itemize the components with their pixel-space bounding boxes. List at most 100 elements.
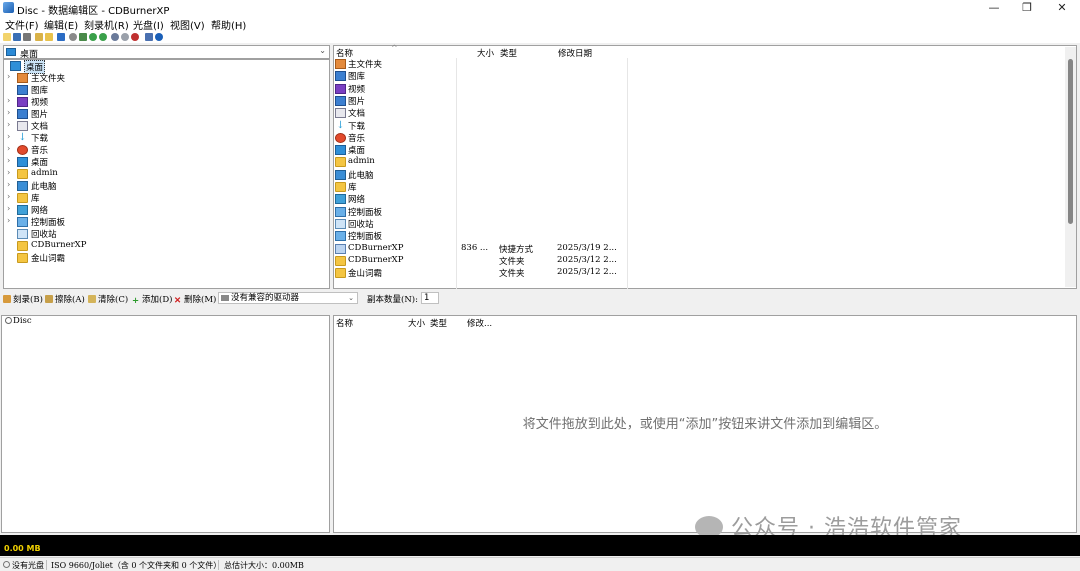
tree-item[interactable]: › ↓ 下载 [7, 132, 327, 144]
tree-item[interactable]: › 此电脑 [7, 180, 327, 192]
file-row[interactable]: 图库 [335, 70, 635, 82]
chevron-right-icon[interactable]: › [7, 168, 15, 177]
tree-item[interactable]: › 音乐 [7, 144, 327, 156]
tree-item[interactable]: › 视频 [7, 96, 327, 108]
drive-select[interactable]: 没有兼容的驱动器 ⌄ [218, 292, 358, 304]
help-icon[interactable] [145, 33, 153, 41]
home-icon [335, 59, 346, 69]
toolbar [0, 31, 1080, 43]
chevron-right-icon[interactable]: › [7, 120, 15, 129]
file-row[interactable]: 控制面板 [335, 206, 635, 218]
file-row[interactable]: 控制面板 [335, 230, 635, 242]
tree-item[interactable]: 回收站 [7, 228, 327, 240]
properties-icon[interactable] [79, 33, 87, 41]
chevron-right-icon[interactable]: › [7, 180, 15, 189]
tree-item[interactable]: 图库 [7, 84, 327, 96]
close-button[interactable]: ✕ [1045, 0, 1079, 16]
chevron-right-icon[interactable]: › [7, 108, 15, 117]
file-row[interactable]: 回收站 [335, 218, 635, 230]
compilation-column-name[interactable]: 名称 [336, 317, 353, 329]
file-row[interactable]: 文档 [335, 107, 635, 119]
tree-item[interactable]: › 主文件夹 [7, 72, 327, 84]
stop-icon[interactable] [131, 33, 139, 41]
compilation-column-modified[interactable]: 修改... [467, 317, 492, 329]
burn-icon[interactable] [69, 33, 77, 41]
file-row[interactable]: 库 [335, 181, 635, 193]
chevron-right-icon[interactable]: › [7, 132, 15, 141]
file-row[interactable]: 桌面 [335, 144, 635, 156]
status-separator [46, 560, 47, 570]
new-icon[interactable] [3, 33, 11, 41]
erase-button[interactable]: 擦除(A) [45, 293, 85, 305]
status-separator [218, 560, 219, 570]
home-icon [17, 73, 28, 83]
tree-item[interactable]: › 文档 [7, 120, 327, 132]
disc-copy-icon[interactable] [121, 33, 129, 41]
remove-button[interactable]: ✕ 删除(M) [174, 293, 216, 306]
save-icon[interactable] [13, 33, 21, 41]
tree-item-label: 视频 [31, 98, 49, 108]
info-icon[interactable] [155, 33, 163, 41]
file-row[interactable]: CDBurnerXP 836 ... 快捷方式 2025/3/19 2... [335, 243, 635, 255]
menu-view[interactable]: 视图(V) [170, 17, 205, 32]
file-row[interactable]: ↓ 下载 [335, 120, 635, 132]
chevron-right-icon[interactable]: › [7, 156, 15, 165]
chevron-right-icon[interactable]: › [7, 96, 15, 105]
minimize-button[interactable]: — [977, 0, 1011, 16]
tree-item[interactable]: › 控制面板 [7, 216, 327, 228]
menu-file[interactable]: 文件(F) [5, 17, 39, 32]
forward-icon[interactable] [99, 33, 107, 41]
add-button[interactable]: + 添加(D) [132, 293, 172, 306]
chevron-right-icon[interactable]: › [7, 192, 15, 201]
file-row[interactable]: 网络 [335, 193, 635, 205]
menu-disc[interactable]: 光盘(I) [133, 17, 164, 32]
file-row[interactable]: 视频 [335, 83, 635, 95]
chevron-right-icon[interactable]: › [7, 72, 15, 81]
file-row[interactable]: 金山词霸 文件夹 2025/3/12 2... [335, 267, 635, 279]
file-row[interactable]: admin [335, 156, 635, 168]
tree-item[interactable]: › 库 [7, 192, 327, 204]
chevron-right-icon[interactable]: › [7, 144, 15, 153]
compilation-column-type[interactable]: 类型 [430, 317, 447, 329]
tree-item[interactable]: › 图片 [7, 108, 327, 120]
file-list-scrollbar[interactable] [1065, 47, 1076, 287]
file-row[interactable]: CDBurnerXP 文件夹 2025/3/12 2... [335, 255, 635, 267]
clear-button[interactable]: 清除(C) [88, 293, 128, 305]
chevron-right-icon[interactable]: › [7, 204, 15, 213]
file-name: CDBurnerXP [348, 242, 404, 253]
print-icon[interactable] [23, 33, 31, 41]
cut-icon[interactable] [35, 33, 43, 41]
file-row[interactable]: 此电脑 [335, 169, 635, 181]
maximize-button[interactable]: ❐ [1010, 0, 1044, 16]
disc-icon[interactable] [57, 33, 65, 41]
erase-icon[interactable] [111, 33, 119, 41]
menu-help[interactable]: 帮助(H) [211, 17, 246, 32]
compilation-column-size[interactable]: 大小 [408, 317, 425, 329]
compilation-root[interactable]: Disc [13, 316, 32, 326]
file-row[interactable]: 图片 [335, 95, 635, 107]
folder-icon [335, 268, 346, 279]
capacity-used: 0.00 MB [4, 544, 41, 553]
chevron-right-icon[interactable]: › [7, 216, 15, 225]
copies-stepper[interactable]: 1 [421, 292, 439, 304]
tree-item-label: 金山词霸 [31, 254, 66, 264]
location-combobox[interactable]: 桌面 ⌄ [3, 45, 330, 60]
tree-item[interactable]: › 网络 [7, 204, 327, 216]
menu-edit[interactable]: 编辑(E) [44, 17, 78, 32]
tree-item[interactable]: › 桌面 [7, 156, 327, 168]
shortcut-icon [335, 243, 346, 254]
tree-item[interactable]: 桌面 [7, 60, 327, 74]
tree-item[interactable]: 金山词霸 [7, 252, 327, 264]
tree-item-label: 文档 [31, 122, 49, 132]
tree-item[interactable]: CDBurnerXP [7, 240, 327, 252]
open-icon[interactable] [45, 33, 53, 41]
back-icon[interactable] [89, 33, 97, 41]
tree-item-label: CDBurnerXP [31, 240, 87, 250]
burn-button[interactable]: 刻录(B) [3, 293, 43, 305]
tree-item[interactable]: › admin [7, 168, 327, 180]
net-icon [17, 205, 28, 215]
menu-recorder[interactable]: 刻录机(R) [84, 17, 129, 32]
file-row[interactable]: 音乐 [335, 132, 635, 144]
file-row[interactable]: 主文件夹 [335, 58, 635, 70]
scrollbar-thumb[interactable] [1068, 59, 1073, 224]
